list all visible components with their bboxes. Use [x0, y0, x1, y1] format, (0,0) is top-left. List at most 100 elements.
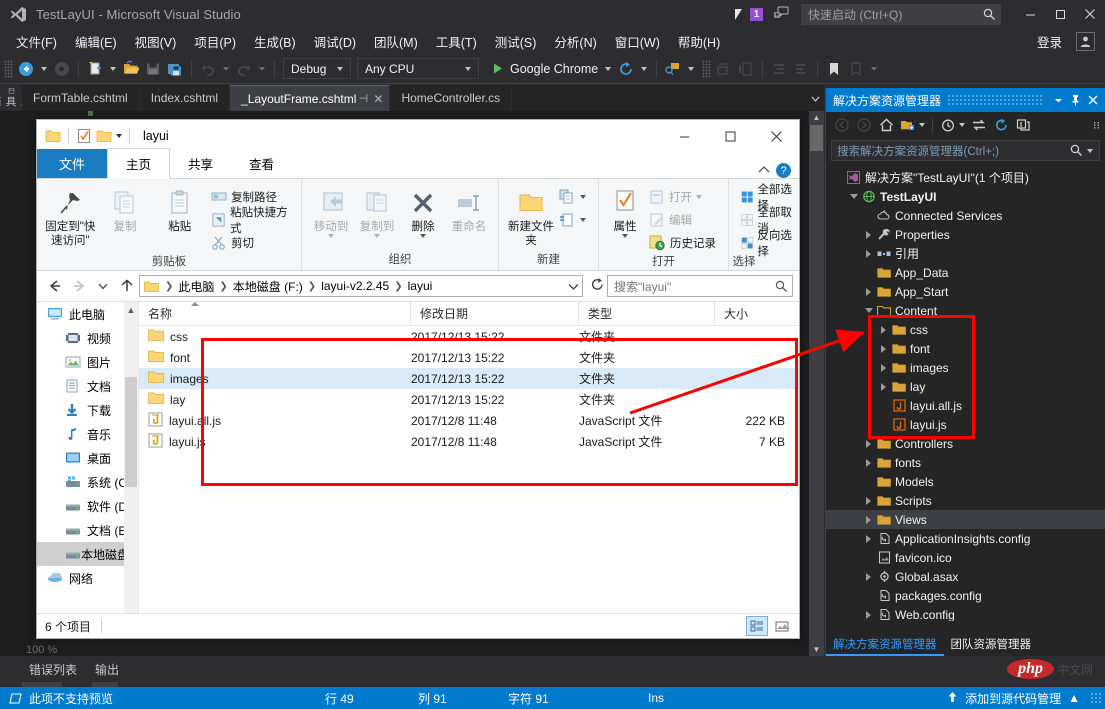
ribbon-collapse-icon[interactable]: [758, 165, 770, 177]
details-view-button[interactable]: [746, 616, 768, 636]
navigate-backward-icon[interactable]: [15, 58, 37, 80]
file-row[interactable]: layui.js 2017/12/8 11:48 JavaScript 文件 7 KB: [139, 431, 799, 452]
redo-dropdown-icon[interactable]: [259, 66, 265, 71]
menu-build[interactable]: 生成(B): [246, 29, 304, 54]
tree-item-app-start[interactable]: App_Start: [826, 282, 1105, 301]
tree-item-testlayui[interactable]: TestLayUI: [826, 187, 1105, 206]
chevron-right-icon[interactable]: [862, 458, 875, 467]
ribbon-paste-shortcut[interactable]: 粘贴快捷方式: [211, 207, 295, 235]
ribbon-paste[interactable]: 粘贴: [152, 183, 207, 234]
delete-dropdown-icon[interactable]: [420, 234, 426, 238]
tree-item-views[interactable]: Views: [826, 510, 1105, 529]
fx-file-list[interactable]: 名称 修改日期 类型 大小 css 2017/12/13 15:22 文件夹 font…: [139, 301, 799, 626]
column-size[interactable]: 大小: [715, 302, 799, 326]
se-forward-icon[interactable]: [853, 114, 875, 136]
tree-item-controllers[interactable]: Controllers: [826, 434, 1105, 453]
status-expand-icon[interactable]: ▲: [1068, 691, 1080, 705]
menu-edit[interactable]: 编辑(E): [67, 29, 125, 54]
se-back-icon[interactable]: [831, 114, 853, 136]
browser-link-dropdown-icon[interactable]: [688, 66, 695, 71]
outdent-icon[interactable]: [790, 58, 812, 80]
ribbon-properties[interactable]: 属性: [605, 183, 645, 238]
navigate-backward-dropdown-icon[interactable]: [41, 66, 47, 71]
notifications-button[interactable]: 1: [735, 7, 763, 21]
tree-item-layui-js[interactable]: layui.js: [826, 415, 1105, 434]
document-tabs-overflow-icon[interactable]: [806, 85, 824, 111]
nav-item-[interactable]: 图片: [37, 350, 138, 374]
ribbon-easy-access[interactable]: [559, 210, 586, 230]
ribbon-delete[interactable]: 删除: [400, 183, 446, 238]
panel-drag-dots[interactable]: [947, 94, 1044, 106]
ribbon-move-to[interactable]: 移动到: [308, 183, 354, 238]
copy-to-dropdown-icon[interactable]: [374, 234, 380, 238]
se-pending-changes-icon[interactable]: [937, 114, 959, 136]
ribbon-history[interactable]: 历史记录: [649, 233, 716, 253]
close-panel-icon[interactable]: [1084, 90, 1101, 110]
solution-explorer-search-input[interactable]: 搜索解决方案资源管理器(Ctrl+;): [831, 140, 1100, 161]
toolbar-grip[interactable]: [4, 59, 13, 78]
nav-item-[interactable]: 下载: [37, 398, 138, 422]
tree-item-images[interactable]: images: [826, 358, 1105, 377]
file-row[interactable]: layui.all.js 2017/12/8 11:48 JavaScript 文件…: [139, 410, 799, 431]
tree-item-layui-all-js[interactable]: layui.all.js: [826, 396, 1105, 415]
send-feedback-icon[interactable]: [771, 4, 791, 24]
nav-item-[interactable]: 音乐: [37, 422, 138, 446]
save-icon[interactable]: [142, 58, 164, 80]
fx-up-button[interactable]: [115, 274, 139, 298]
file-row[interactable]: css 2017/12/13 15:22 文件夹: [139, 326, 799, 347]
chevron-right-icon[interactable]: [862, 610, 875, 619]
account-avatar-icon[interactable]: [1076, 31, 1095, 51]
tree-item-scripts[interactable]: Scripts: [826, 491, 1105, 510]
chevron-right-icon[interactable]: [862, 496, 875, 505]
bookmark-next-icon[interactable]: [845, 58, 867, 80]
nav-item-[interactable]: 网络: [37, 566, 138, 590]
large-icons-view-button[interactable]: [771, 616, 793, 636]
resize-grip[interactable]: [1090, 692, 1102, 704]
minimize-button[interactable]: [1015, 0, 1045, 28]
help-icon[interactable]: ?: [776, 163, 791, 178]
breadcrumb-layui[interactable]: layui: [406, 279, 435, 293]
column-name[interactable]: 名称: [139, 301, 411, 326]
ribbon-copy[interactable]: 复制: [98, 183, 153, 234]
ribbon-invert-selection[interactable]: 反向选择: [741, 230, 793, 258]
fx-back-button[interactable]: [43, 274, 67, 298]
menu-help[interactable]: 帮助(H): [670, 29, 728, 54]
comment-block-icon[interactable]: [735, 58, 757, 80]
tree-item-fonts[interactable]: fonts: [826, 453, 1105, 472]
undo-dropdown-icon[interactable]: [223, 66, 229, 71]
doc-tab-homecontroller[interactable]: HomeController.cs: [390, 85, 513, 111]
chevron-right-icon[interactable]: [877, 382, 890, 391]
close-button[interactable]: [1075, 0, 1105, 28]
breadcrumb-drive-f[interactable]: 本地磁盘 (F:): [231, 278, 305, 295]
se-sync-icon[interactable]: [968, 114, 990, 136]
toolbar-grip-2[interactable]: [702, 59, 712, 78]
se-refresh-icon[interactable]: [990, 114, 1012, 136]
bottom-tab-output[interactable]: 输出: [84, 659, 126, 687]
chevron-right-icon[interactable]: [877, 325, 890, 334]
move-to-dropdown-icon[interactable]: [328, 234, 334, 238]
se-show-all-files-icon[interactable]: [897, 114, 919, 136]
chevron-right-icon[interactable]: [862, 287, 875, 296]
properties-dropdown-icon[interactable]: [622, 234, 628, 238]
tree-item-web-config[interactable]: Web.config: [826, 605, 1105, 621]
breadcrumb-this-pc[interactable]: 此电脑: [176, 278, 216, 295]
se-toolbar-overflow-icon[interactable]: ⁝⁝: [1093, 119, 1100, 132]
fx-maximize-button[interactable]: [707, 120, 753, 152]
chevron-right-icon[interactable]: [877, 344, 890, 353]
ribbon-copy-to[interactable]: 复制到: [354, 183, 400, 238]
menu-file[interactable]: 文件(F): [8, 29, 65, 54]
tree-item-favicon-ico[interactable]: favicon.ico: [826, 548, 1105, 567]
ribbon-rename[interactable]: 重命名: [446, 183, 492, 234]
ribbon-tab-view[interactable]: 查看: [231, 149, 292, 178]
ribbon-pin-to-quick-access[interactable]: 固定到"快速访问": [43, 183, 98, 248]
ribbon-edit[interactable]: 编辑: [649, 210, 716, 230]
new-project-icon[interactable]: [84, 58, 106, 80]
tree-item-applicationinsights-config[interactable]: ApplicationInsights.config: [826, 529, 1105, 548]
tree-item-models[interactable]: Models: [826, 472, 1105, 491]
quick-launch-input[interactable]: 快速启动 (Ctrl+Q): [801, 3, 1001, 25]
navigate-forward-icon[interactable]: [51, 58, 73, 80]
new-folder-icon-titlebar[interactable]: [96, 128, 112, 144]
file-row[interactable]: images 2017/12/13 15:22 文件夹: [139, 368, 799, 389]
find-in-files-icon[interactable]: [713, 58, 735, 80]
nav-item-c[interactable]: 系统 (C:): [37, 470, 138, 494]
